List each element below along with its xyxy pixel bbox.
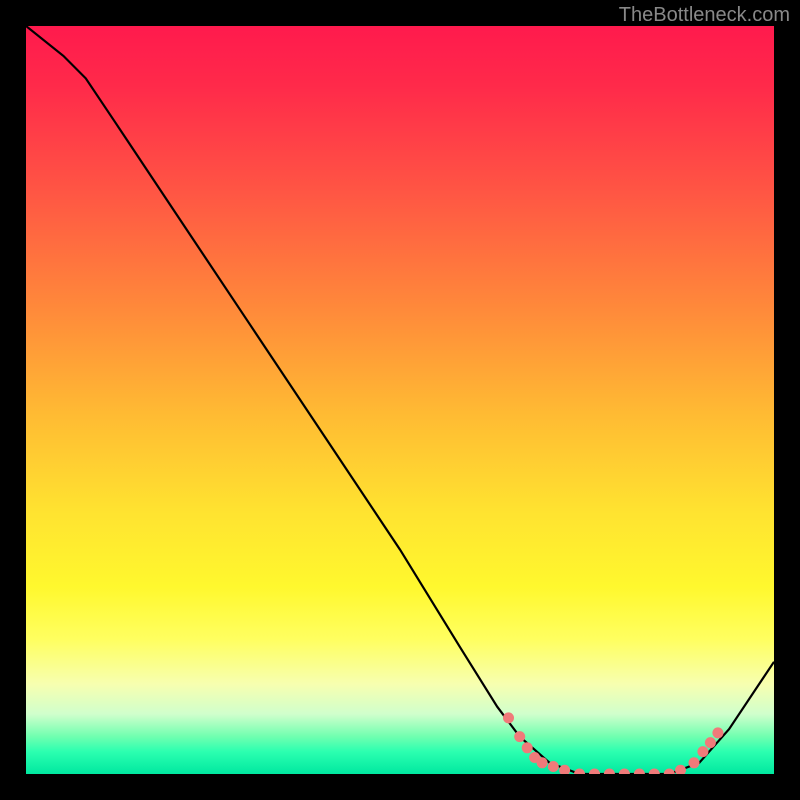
chart-marker-dot bbox=[522, 742, 533, 753]
chart-marker-dot bbox=[664, 769, 675, 775]
chart-marker-dot bbox=[697, 746, 708, 757]
chart-marker-dot bbox=[712, 727, 723, 738]
chart-marker-dot bbox=[689, 757, 700, 768]
chart-curve-line bbox=[26, 26, 774, 774]
chart-marker-dot bbox=[548, 761, 559, 772]
chart-marker-dot bbox=[634, 769, 645, 775]
chart-marker-dot bbox=[503, 712, 514, 723]
attribution-text: TheBottleneck.com bbox=[619, 4, 790, 27]
chart-marker-dot bbox=[574, 769, 585, 775]
chart-markers bbox=[503, 712, 723, 774]
chart-marker-dot bbox=[675, 765, 686, 774]
chart-plot-area bbox=[26, 26, 774, 774]
chart-marker-dot bbox=[514, 731, 525, 742]
chart-svg bbox=[26, 26, 774, 774]
chart-marker-dot bbox=[589, 769, 600, 775]
chart-marker-dot bbox=[705, 737, 716, 748]
chart-marker-dot bbox=[649, 769, 660, 775]
chart-marker-dot bbox=[619, 769, 630, 775]
chart-marker-dot bbox=[604, 769, 615, 775]
chart-marker-dot bbox=[537, 757, 548, 768]
